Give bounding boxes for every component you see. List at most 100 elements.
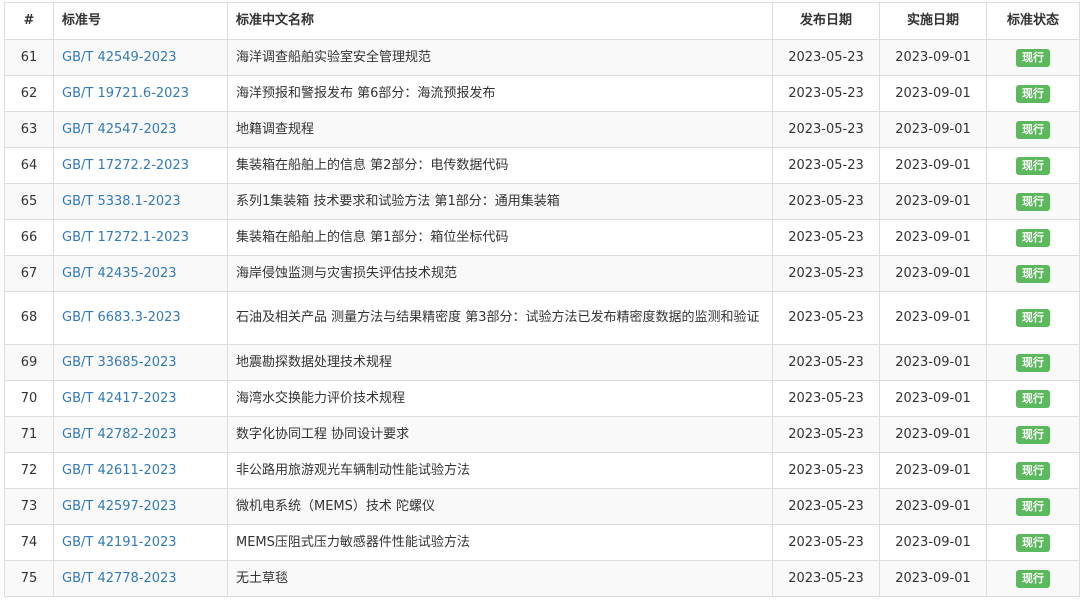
code-cell: GB/T 6683.3-2023 xyxy=(53,291,228,345)
row-number: 64 xyxy=(4,147,54,184)
status-cell: 现行 xyxy=(986,524,1080,561)
implement-date: 2023-09-01 xyxy=(879,75,987,112)
status-badge: 现行 xyxy=(1016,264,1050,283)
standard-name: 微机电系统（MEMS）技术 陀螺仪 xyxy=(227,488,773,525)
row-number: 65 xyxy=(4,183,54,220)
standard-code-link[interactable]: GB/T 42611-2023 xyxy=(62,463,177,478)
implement-date: 2023-09-01 xyxy=(879,416,987,453)
standard-code-link[interactable]: GB/T 42778-2023 xyxy=(62,571,177,586)
code-cell: GB/T 42611-2023 xyxy=(53,452,228,489)
status-badge: 现行 xyxy=(1016,353,1050,372)
table-row: 74 GB/T 42191-2023 MEMS压阻式压力敏感器件性能试验方法 2… xyxy=(4,524,1080,561)
table-row: 69 GB/T 33685-2023 地震勘探数据处理技术规程 2023-05-… xyxy=(4,344,1080,381)
publish-date: 2023-05-23 xyxy=(772,147,880,184)
standard-name: 海洋调查船舶实验室安全管理规范 xyxy=(227,39,773,76)
status-badge: 现行 xyxy=(1016,120,1050,139)
implement-date: 2023-09-01 xyxy=(879,524,987,561)
publish-date: 2023-05-23 xyxy=(772,524,880,561)
standard-code-link[interactable]: GB/T 42547-2023 xyxy=(62,122,177,137)
table-row: 61 GB/T 42549-2023 海洋调查船舶实验室安全管理规范 2023-… xyxy=(4,39,1080,76)
implement-date: 2023-09-01 xyxy=(879,291,987,345)
standard-code-link[interactable]: GB/T 33685-2023 xyxy=(62,355,177,370)
implement-date: 2023-09-01 xyxy=(879,111,987,148)
header-name: 标准中文名称 xyxy=(227,2,773,40)
row-number: 75 xyxy=(4,560,54,597)
standard-code-link[interactable]: GB/T 17272.1-2023 xyxy=(62,230,189,245)
header-publish-date: 发布日期 xyxy=(772,2,880,40)
publish-date: 2023-05-23 xyxy=(772,291,880,345)
table-row: 66 GB/T 17272.1-2023 集装箱在船舶上的信息 第1部分：箱位坐… xyxy=(4,219,1080,256)
table-row: 68 GB/T 6683.3-2023 石油及相关产品 测量方法与结果精密度 第… xyxy=(4,291,1080,345)
standard-name: 地籍调查规程 xyxy=(227,111,773,148)
standard-name: 非公路用旅游观光车辆制动性能试验方法 xyxy=(227,452,773,489)
publish-date: 2023-05-23 xyxy=(772,111,880,148)
row-number: 67 xyxy=(4,255,54,292)
status-badge: 现行 xyxy=(1016,497,1050,516)
status-cell: 现行 xyxy=(986,344,1080,381)
implement-date: 2023-09-01 xyxy=(879,380,987,417)
code-cell: GB/T 19721.6-2023 xyxy=(53,75,228,112)
status-cell: 现行 xyxy=(986,219,1080,256)
standard-name: 地震勘探数据处理技术规程 xyxy=(227,344,773,381)
row-number: 62 xyxy=(4,75,54,112)
standard-code-link[interactable]: GB/T 42782-2023 xyxy=(62,427,177,442)
status-badge: 现行 xyxy=(1016,533,1050,552)
standard-code-link[interactable]: GB/T 17272.2-2023 xyxy=(62,158,189,173)
status-cell: 现行 xyxy=(986,488,1080,525)
table-row: 73 GB/T 42597-2023 微机电系统（MEMS）技术 陀螺仪 202… xyxy=(4,488,1080,525)
code-cell: GB/T 42417-2023 xyxy=(53,380,228,417)
standard-code-link[interactable]: GB/T 42417-2023 xyxy=(62,391,177,406)
status-cell: 现行 xyxy=(986,255,1080,292)
status-badge: 现行 xyxy=(1016,389,1050,408)
row-number: 69 xyxy=(4,344,54,381)
table-row: 64 GB/T 17272.2-2023 集装箱在船舶上的信息 第2部分：电传数… xyxy=(4,147,1080,184)
standard-code-link[interactable]: GB/T 6683.3-2023 xyxy=(62,310,181,325)
code-cell: GB/T 5338.1-2023 xyxy=(53,183,228,220)
row-number: 74 xyxy=(4,524,54,561)
publish-date: 2023-05-23 xyxy=(772,75,880,112)
code-cell: GB/T 42597-2023 xyxy=(53,488,228,525)
row-number: 72 xyxy=(4,452,54,489)
publish-date: 2023-05-23 xyxy=(772,416,880,453)
implement-date: 2023-09-01 xyxy=(879,183,987,220)
table-row: 75 GB/T 42778-2023 无土草毯 2023-05-23 2023-… xyxy=(4,560,1080,597)
status-cell: 现行 xyxy=(986,291,1080,345)
publish-date: 2023-05-23 xyxy=(772,255,880,292)
row-number: 61 xyxy=(4,39,54,76)
standards-table: # 标准号 标准中文名称 发布日期 实施日期 标准状态 61 GB/T 4254… xyxy=(4,2,1080,597)
row-number: 66 xyxy=(4,219,54,256)
code-cell: GB/T 33685-2023 xyxy=(53,344,228,381)
implement-date: 2023-09-01 xyxy=(879,452,987,489)
implement-date: 2023-09-01 xyxy=(879,147,987,184)
standard-name: 系列1集装箱 技术要求和试验方法 第1部分：通用集装箱 xyxy=(227,183,773,220)
status-badge: 现行 xyxy=(1016,461,1050,480)
status-badge: 现行 xyxy=(1016,425,1050,444)
table-row: 65 GB/T 5338.1-2023 系列1集装箱 技术要求和试验方法 第1部… xyxy=(4,183,1080,220)
status-cell: 现行 xyxy=(986,380,1080,417)
implement-date: 2023-09-01 xyxy=(879,219,987,256)
table-row: 72 GB/T 42611-2023 非公路用旅游观光车辆制动性能试验方法 20… xyxy=(4,452,1080,489)
standard-code-link[interactable]: GB/T 42597-2023 xyxy=(62,499,177,514)
standard-name: 无土草毯 xyxy=(227,560,773,597)
implement-date: 2023-09-01 xyxy=(879,344,987,381)
standard-code-link[interactable]: GB/T 42549-2023 xyxy=(62,50,177,65)
standard-code-link[interactable]: GB/T 42191-2023 xyxy=(62,535,177,550)
status-cell: 现行 xyxy=(986,111,1080,148)
table-row: 71 GB/T 42782-2023 数字化协同工程 协同设计要求 2023-0… xyxy=(4,416,1080,453)
status-cell: 现行 xyxy=(986,416,1080,453)
publish-date: 2023-05-23 xyxy=(772,452,880,489)
row-number: 70 xyxy=(4,380,54,417)
standard-code-link[interactable]: GB/T 42435-2023 xyxy=(62,266,177,281)
standard-code-link[interactable]: GB/T 5338.1-2023 xyxy=(62,194,181,209)
standard-name: 海湾水交换能力评价技术规程 xyxy=(227,380,773,417)
publish-date: 2023-05-23 xyxy=(772,183,880,220)
status-cell: 现行 xyxy=(986,75,1080,112)
row-number: 63 xyxy=(4,111,54,148)
standard-code-link[interactable]: GB/T 19721.6-2023 xyxy=(62,86,189,101)
code-cell: GB/T 17272.1-2023 xyxy=(53,219,228,256)
status-badge: 现行 xyxy=(1016,569,1050,588)
row-number: 71 xyxy=(4,416,54,453)
implement-date: 2023-09-01 xyxy=(879,560,987,597)
standard-name: 集装箱在船舶上的信息 第2部分：电传数据代码 xyxy=(227,147,773,184)
code-cell: GB/T 42549-2023 xyxy=(53,39,228,76)
